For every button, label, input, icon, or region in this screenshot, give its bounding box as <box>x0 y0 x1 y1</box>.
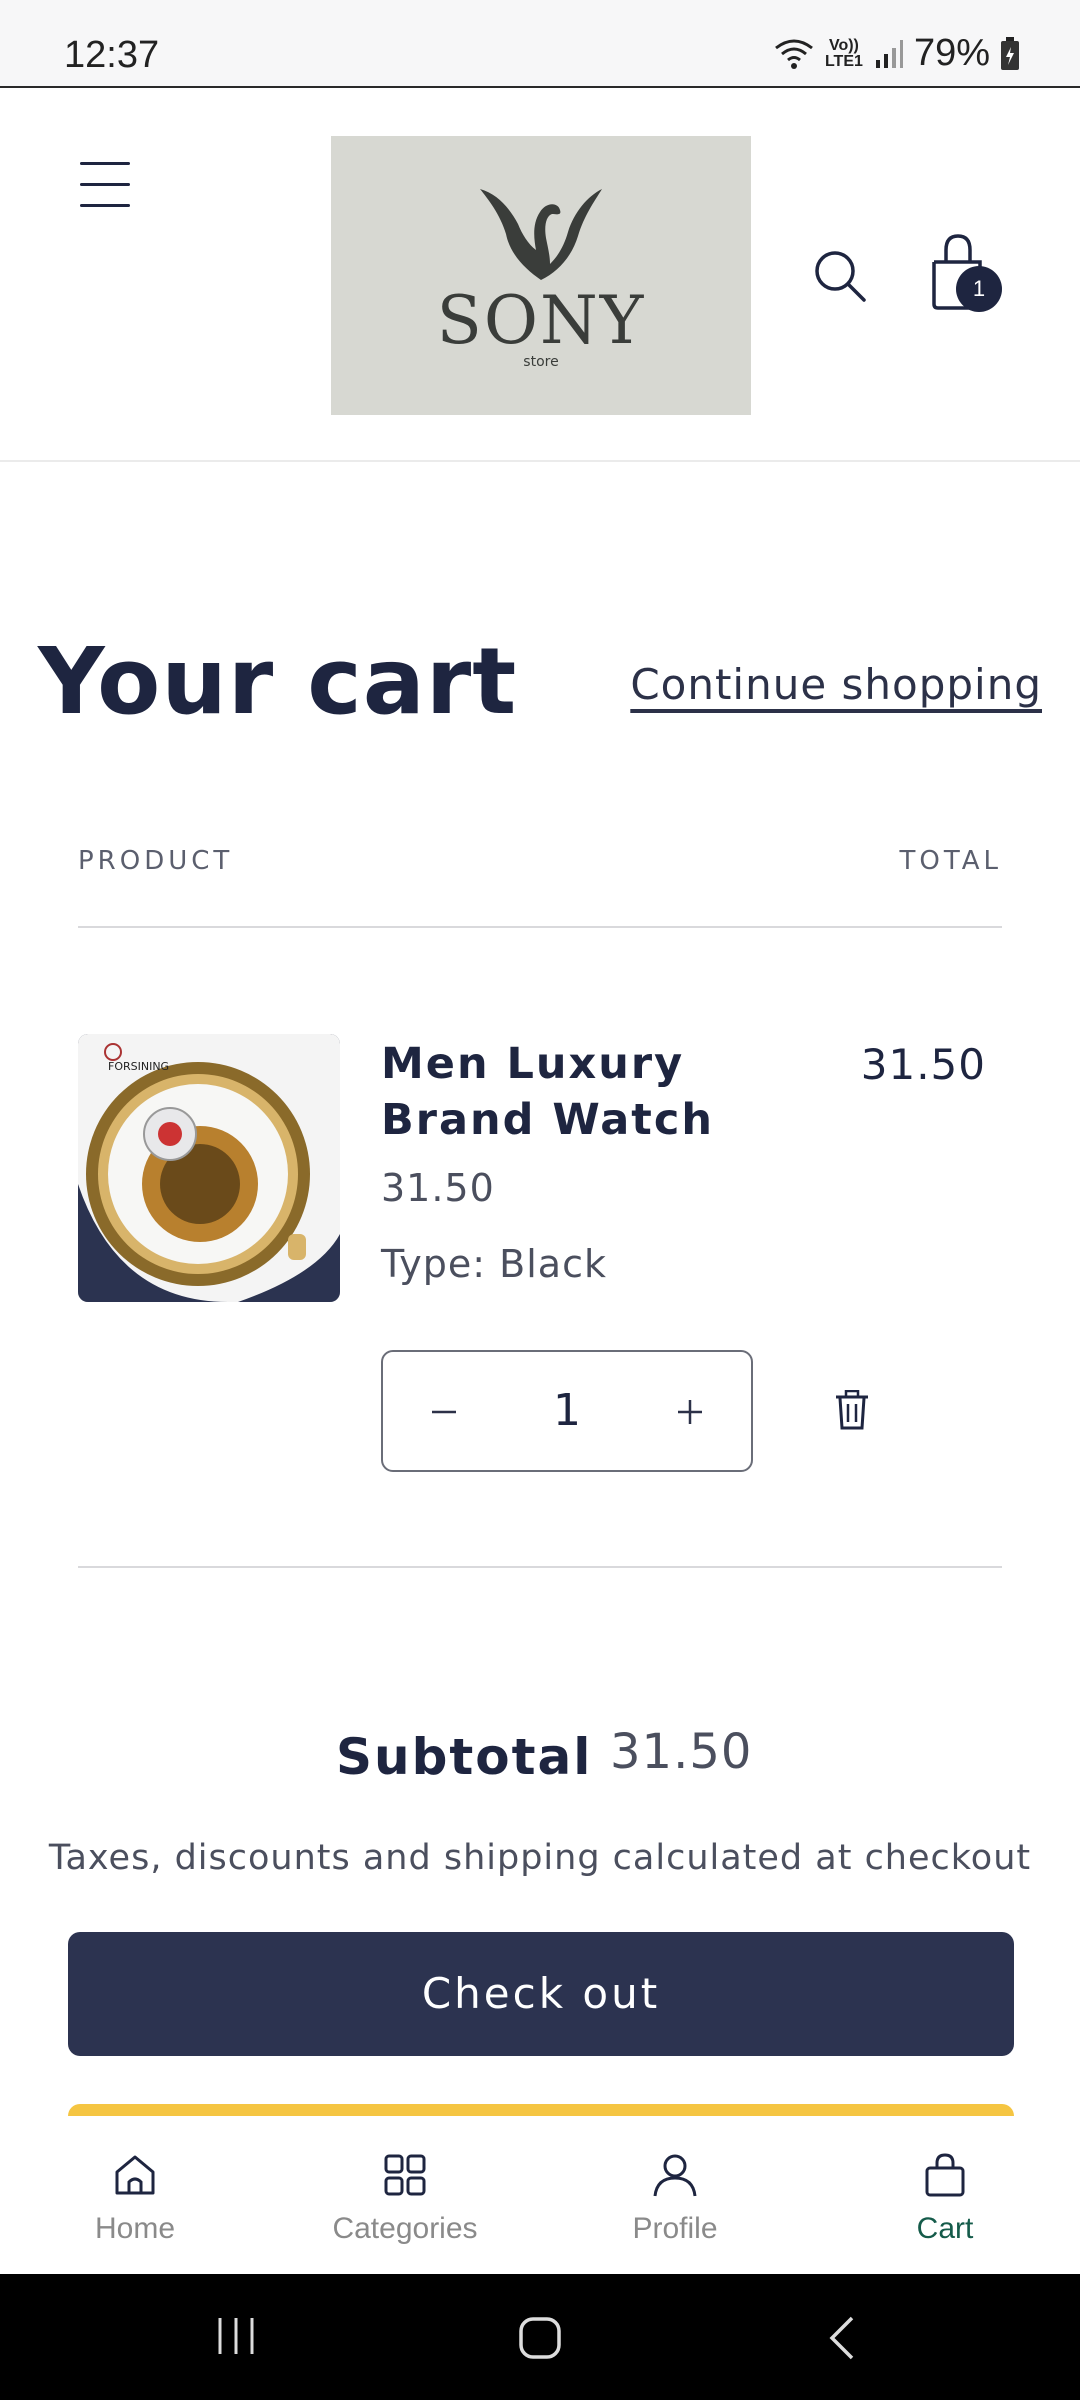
quantity-stepper: 1 <box>381 1350 753 1472</box>
status-bar: 12:37 Vo)) LTE1 79% <box>0 0 1080 88</box>
home-button-icon[interactable] <box>518 2316 562 2360</box>
wifi-icon <box>775 39 813 69</box>
product-variant: Type: Black <box>381 1242 607 1286</box>
nav-item-home[interactable]: Home <box>0 2116 270 2274</box>
bag-icon <box>925 2153 965 2197</box>
grid-icon <box>384 2154 426 2196</box>
line-item-total: 31.50 <box>860 1040 986 1089</box>
status-time: 12:37 <box>64 34 160 76</box>
subtotal-label: Subtotal <box>336 1728 593 1786</box>
decrease-quantity-button[interactable] <box>389 1352 499 1470</box>
nav-label-profile: Profile <box>632 2212 718 2245</box>
watch-image: FORSINING <box>78 1034 340 1302</box>
system-navigation-bar <box>0 2274 1080 2400</box>
page-title: Your cart <box>38 628 518 735</box>
brand-mark: FORSINING <box>108 1060 169 1073</box>
bottom-navigation: Home Categories Profile Cart <box>0 2116 1080 2274</box>
nav-item-profile[interactable]: Profile <box>540 2116 810 2274</box>
recent-apps-icon[interactable] <box>214 2316 258 2356</box>
logo-text: SONY <box>436 282 646 359</box>
battery-percent: 79% <box>913 32 990 74</box>
product-name-link[interactable]: Men Luxury Brand Watch <box>381 1036 801 1148</box>
network-label: Vo)) LTE1 <box>824 36 863 70</box>
column-header-product: PRODUCT <box>78 846 234 876</box>
logo-subtext: store <box>523 354 559 370</box>
trash-icon[interactable] <box>834 1390 870 1430</box>
search-icon[interactable] <box>812 248 868 304</box>
signal-icon <box>875 39 903 68</box>
status-icons: Vo)) LTE1 79% <box>774 32 1020 75</box>
cart-count-badge: 1 <box>956 266 1002 312</box>
product-unit-price: 31.50 <box>381 1166 495 1210</box>
nav-item-categories[interactable]: Categories <box>270 2116 540 2274</box>
hamburger-menu-icon[interactable] <box>80 162 130 208</box>
item-divider <box>78 1566 1002 1568</box>
store-logo[interactable]: SONY store <box>331 136 751 415</box>
tax-note: Taxes, discounts and shipping calculated… <box>48 1838 1032 1878</box>
product-image[interactable]: FORSINING <box>78 1034 340 1302</box>
nav-label-categories: Categories <box>332 2212 478 2245</box>
back-icon[interactable] <box>826 2314 858 2362</box>
nav-label-cart: Cart <box>916 2212 974 2245</box>
checkout-button[interactable]: Check out <box>68 1932 1014 2056</box>
plus-icon <box>678 1400 702 1424</box>
increase-quantity-button[interactable] <box>635 1352 745 1470</box>
quantity-input[interactable]: 1 <box>493 1352 641 1470</box>
minus-icon <box>432 1410 456 1414</box>
nav-label-home: Home <box>94 2212 176 2245</box>
continue-shopping-link[interactable]: Continue shopping <box>630 660 1042 709</box>
home-icon <box>115 2155 155 2195</box>
header-divider <box>78 926 1002 928</box>
battery-icon <box>1001 36 1019 70</box>
user-icon <box>653 2154 697 2197</box>
column-header-total: TOTAL <box>899 846 1002 876</box>
nav-item-cart[interactable]: Cart <box>810 2116 1080 2274</box>
subtotal-value: 31.50 <box>610 1724 753 1780</box>
swan-logo-icon <box>480 189 602 280</box>
